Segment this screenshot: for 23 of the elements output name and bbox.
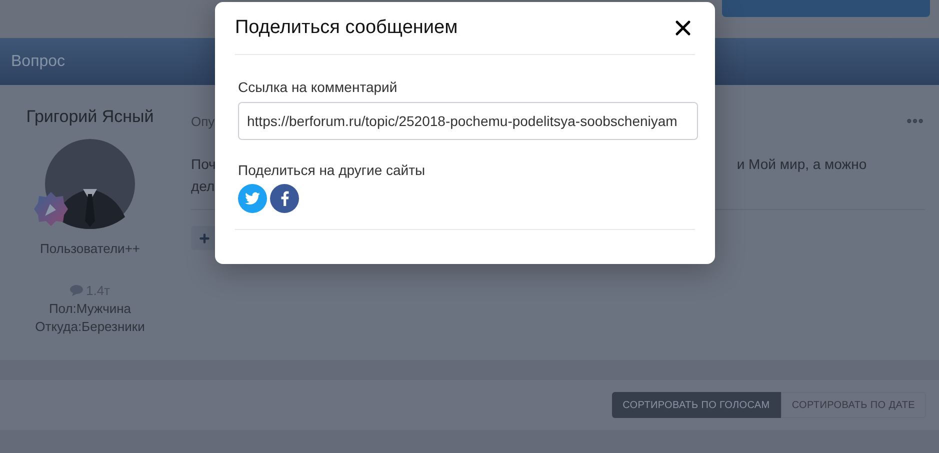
f-share-button[interactable] bbox=[270, 184, 299, 213]
share-label: Поделиться на другие сайты bbox=[238, 162, 426, 178]
post-text: дел bbox=[191, 178, 215, 194]
author-location: Откуда:Березники bbox=[35, 319, 145, 334]
user-group: Пользователи++ bbox=[40, 241, 140, 256]
dialog-title: Поделиться сообщением bbox=[235, 17, 458, 39]
post-text: Поч bbox=[191, 156, 216, 172]
comment-icon bbox=[70, 285, 83, 296]
field-label: Ссылка на комментарий bbox=[238, 79, 398, 95]
plus-icon bbox=[198, 232, 210, 244]
upvote-button[interactable] bbox=[191, 226, 217, 250]
party-badge-icon bbox=[33, 191, 69, 227]
section-title: Вопрос bbox=[11, 52, 66, 70]
post-text: и Мой мир, а можно bbox=[736, 156, 867, 172]
sort-button[interactable]: СОРТИРОВАТЬ ПО ДАТЕ bbox=[780, 392, 926, 418]
bird-share-button[interactable] bbox=[238, 184, 267, 213]
post-meta: Опу bbox=[191, 114, 215, 128]
f-letter-icon bbox=[280, 191, 288, 206]
bird-icon bbox=[245, 192, 260, 205]
author-name[interactable]: Григорий Ясный bbox=[26, 107, 154, 127]
link-field[interactable]: https://berforum.ru/topic/252018-pochemu-podelitsya-soobscheniyam bbox=[238, 102, 698, 140]
author-gender: Пол:Мужчина bbox=[48, 301, 132, 316]
sort-button[interactable]: СОРТИРОВАТЬ ПО ГОЛОСАМ bbox=[612, 392, 781, 418]
